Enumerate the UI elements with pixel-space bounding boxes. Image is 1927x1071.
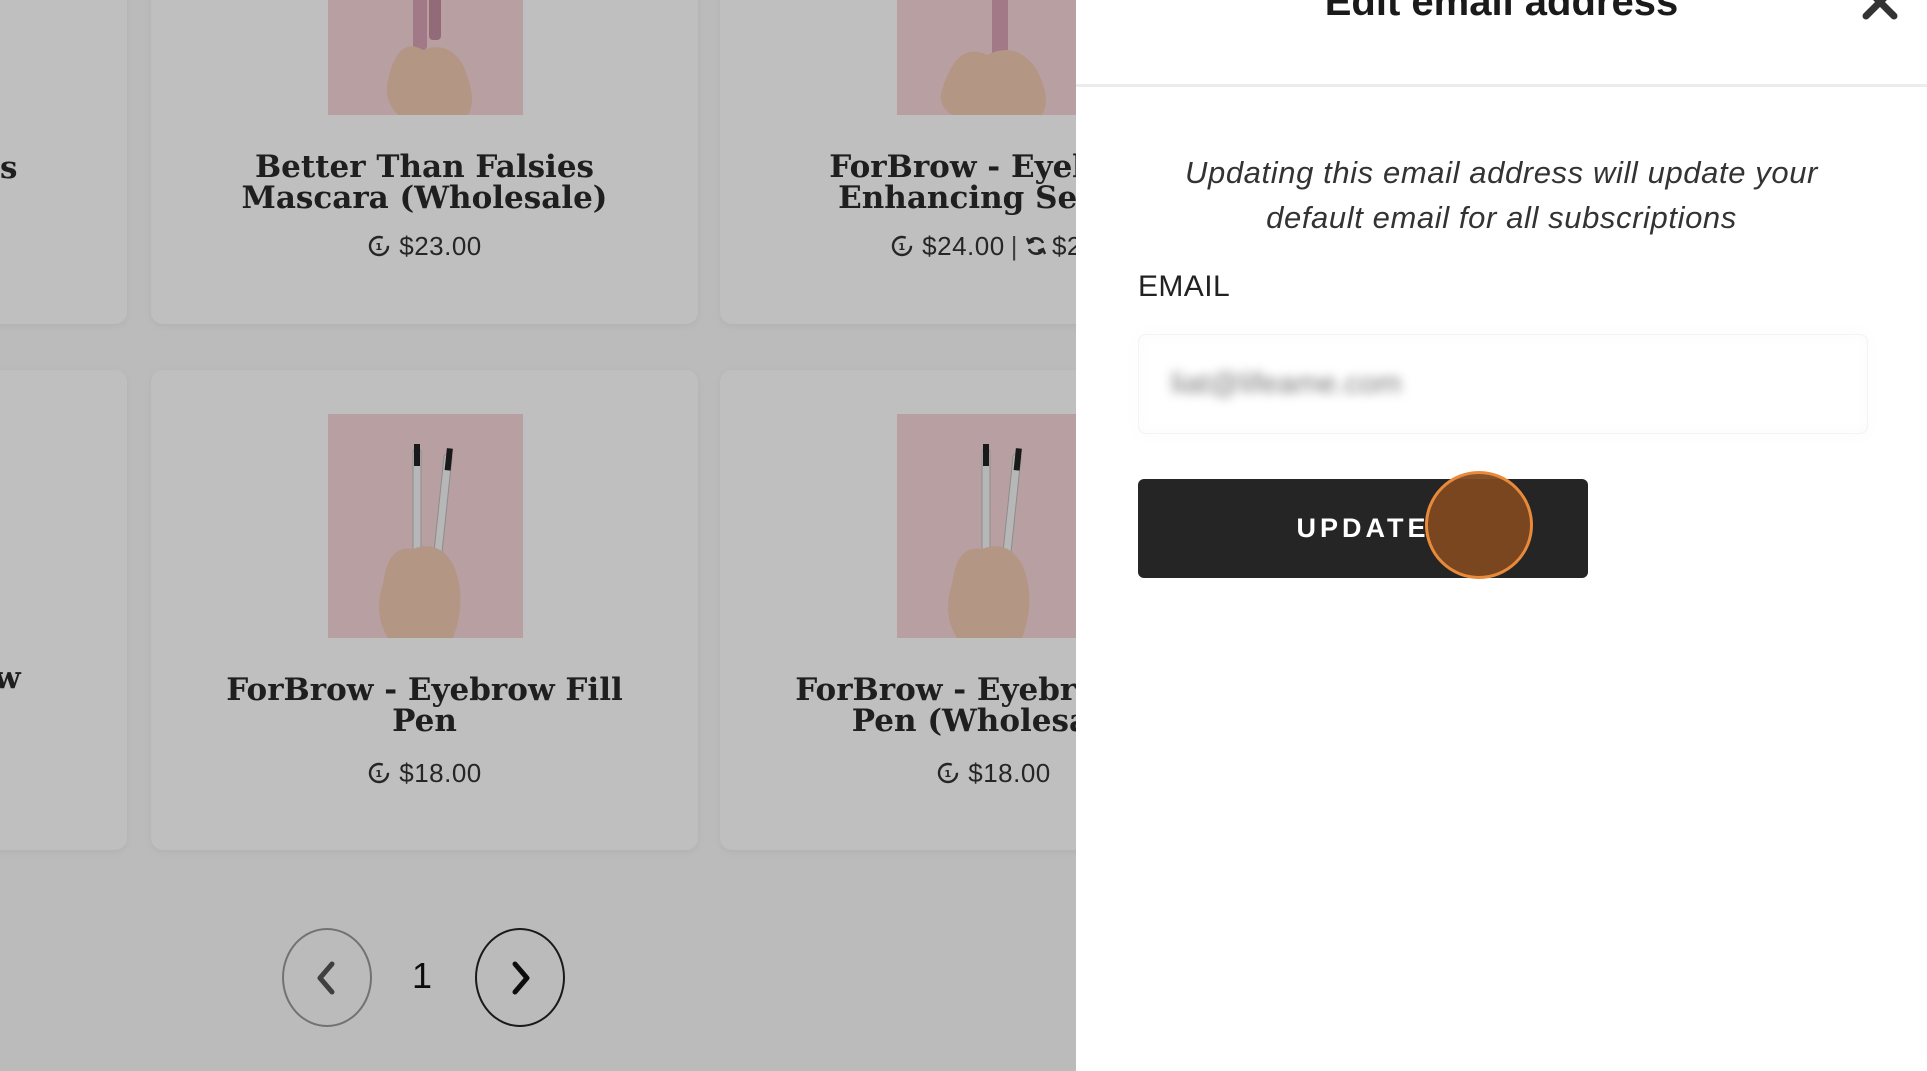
close-icon xyxy=(1862,0,1898,20)
drawer-description: Updating this email address will update … xyxy=(1185,155,1818,235)
edit-email-drawer: Edit email address Updating this email a… xyxy=(1076,0,1927,1071)
modal-backdrop[interactable] xyxy=(0,0,1076,1071)
click-indicator xyxy=(1425,471,1533,579)
close-button[interactable] xyxy=(1856,0,1904,30)
email-input[interactable] xyxy=(1138,334,1868,434)
drawer-title: Edit email address xyxy=(1324,0,1679,24)
store-background: s w Better Than Falsies Mascara (Wholesa… xyxy=(0,0,1076,1071)
email-label: EMAIL xyxy=(1138,270,1231,303)
drawer-divider xyxy=(1076,84,1927,87)
